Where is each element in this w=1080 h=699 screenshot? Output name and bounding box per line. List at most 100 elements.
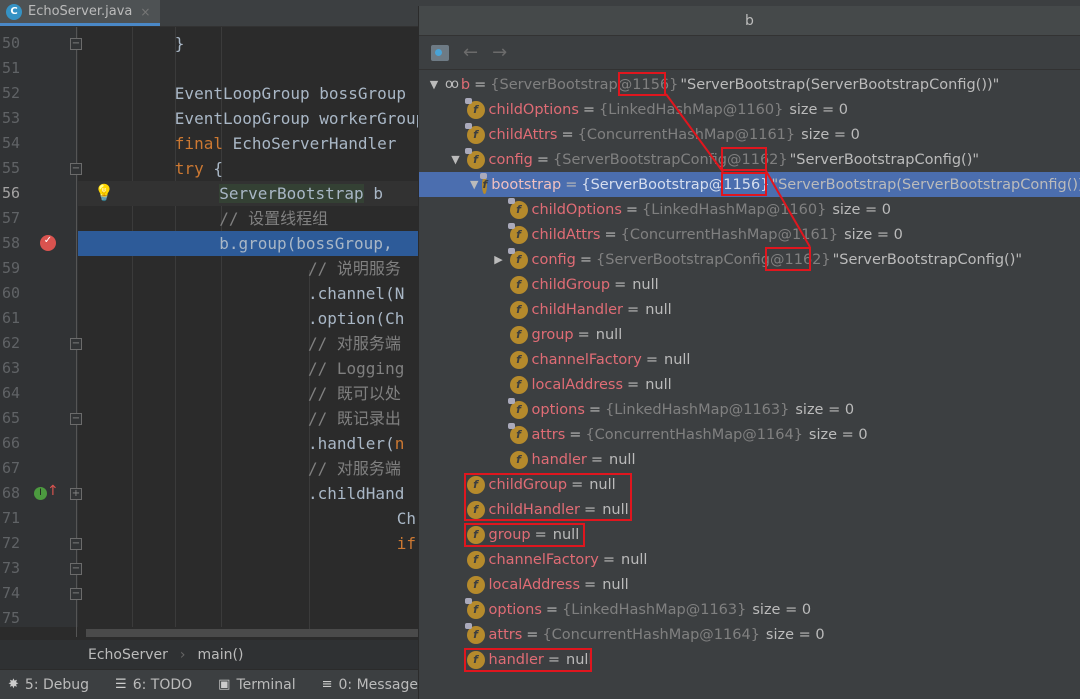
code-line[interactable]: ServerBootstrap b bbox=[78, 181, 418, 206]
implements-icon[interactable]: I ↑ bbox=[34, 483, 59, 500]
tree-row-channelfactory[interactable]: f channelFactory = null bbox=[419, 347, 1080, 372]
debug-tool-button[interactable]: ✸ 5: Debug bbox=[8, 677, 89, 693]
messages-tool-button[interactable]: ≡ 0: Messages bbox=[322, 677, 426, 693]
code-line[interactable]: if bbox=[78, 531, 418, 556]
tree-row-localaddress[interactable]: f localAddress = null bbox=[419, 572, 1080, 597]
line-number: 59 bbox=[2, 259, 21, 277]
fold-toggle-icon[interactable]: − bbox=[70, 413, 82, 425]
code-line[interactable]: .handler(n bbox=[78, 431, 418, 456]
fold-toggle-icon[interactable]: − bbox=[70, 38, 82, 50]
code-line[interactable]: Ch bbox=[78, 506, 418, 531]
fold-toggle-icon[interactable]: − bbox=[70, 538, 82, 550]
tree-row-childgroup[interactable]: f childGroup = null bbox=[419, 272, 1080, 297]
fold-toggle-icon[interactable]: − bbox=[70, 338, 82, 350]
equals-sign: = bbox=[645, 351, 658, 368]
todo-tool-button[interactable]: ☰ 6: TODO bbox=[115, 677, 192, 693]
tree-row-localaddress[interactable]: f localAddress = null bbox=[419, 372, 1080, 397]
code-token: final bbox=[174, 134, 223, 153]
tree-row-options[interactable]: f options = {LinkedHashMap@1163} size = 0 bbox=[419, 597, 1080, 622]
field-name: channelFactory bbox=[488, 551, 599, 568]
lightbulb-icon[interactable]: 💡 bbox=[94, 183, 114, 202]
code-token: // 说明服务 bbox=[308, 259, 401, 278]
tree-row-attrs[interactable]: f attrs = {ConcurrentHashMap@1164} size = 0 bbox=[419, 422, 1080, 447]
tree-row-handler[interactable]: f handler = null bbox=[419, 447, 1080, 472]
forward-button[interactable]: → bbox=[492, 42, 507, 63]
field-value: null bbox=[645, 376, 672, 393]
code-line[interactable]: // 既可以处 bbox=[78, 381, 418, 406]
tree-row-childattrs[interactable]: f childAttrs = {ConcurrentHashMap@1161} size… bbox=[419, 222, 1080, 247]
fold-toggle-icon[interactable]: − bbox=[70, 588, 82, 600]
fold-toggle-icon[interactable]: − bbox=[70, 163, 82, 175]
code-line[interactable]: b.group(bossGroup, bbox=[78, 231, 418, 256]
tree-row-config[interactable]: ▶ f config = {ServerBootstrapConfig@1162} "Se… bbox=[419, 247, 1080, 272]
tree-row-options[interactable]: f options = {LinkedHashMap@1163} size = 0 bbox=[419, 397, 1080, 422]
breadcrumb-method[interactable]: main() bbox=[198, 647, 244, 663]
code-line[interactable]: // 对服务端 bbox=[78, 456, 418, 481]
equals-sign: = bbox=[579, 251, 593, 268]
tree-row-childoptions[interactable]: f childOptions = {LinkedHashMap@1160} size =… bbox=[419, 197, 1080, 222]
field-value: null bbox=[621, 551, 648, 568]
code-line[interactable]: // 说明服务 bbox=[78, 256, 418, 281]
line-number: 66 bbox=[2, 434, 21, 452]
field-name: childOptions bbox=[531, 201, 622, 218]
breakpoint-icon[interactable]: ✓ bbox=[40, 235, 56, 251]
horizontal-scrollbar[interactable] bbox=[86, 629, 418, 637]
code-line[interactable]: // 设置线程组 bbox=[78, 206, 418, 231]
code-line[interactable] bbox=[78, 556, 418, 581]
code-editor[interactable]: } EventLoopGroup bossGroup EventLoopGroup … bbox=[78, 27, 418, 627]
object-reference: {LinkedHashMap@1160} bbox=[599, 101, 784, 118]
terminal-label: Terminal bbox=[236, 676, 296, 693]
code-line[interactable]: // 对服务端 bbox=[78, 331, 418, 356]
tree-row-attrs[interactable]: f attrs = {ConcurrentHashMap@1164} size = 0 bbox=[419, 622, 1080, 647]
code-token: .option(Ch bbox=[308, 309, 405, 328]
collection-size: size = 0 bbox=[752, 601, 812, 618]
line-number: 71 bbox=[2, 509, 21, 527]
object-reference: {LinkedHashMap@1163} bbox=[562, 601, 747, 618]
tree-row-childhandler[interactable]: f childHandler = null bbox=[419, 297, 1080, 322]
code-line[interactable] bbox=[78, 581, 418, 606]
fold-toggle-icon[interactable]: − bbox=[70, 563, 82, 575]
tree-row-channelfactory[interactable]: f channelFactory = null bbox=[419, 547, 1080, 572]
object-reference: {LinkedHashMap@1163} bbox=[605, 401, 790, 418]
code-line[interactable]: } bbox=[78, 31, 418, 56]
close-tab-icon[interactable]: × bbox=[140, 5, 150, 19]
tree-row-b[interactable]: ▼ oo b = {ServerBootstrap@1156} "ServerBootst… bbox=[419, 72, 1080, 97]
equals-sign: = bbox=[584, 576, 597, 593]
tree-row-childattrs[interactable]: f childAttrs = {ConcurrentHashMap@1161} size… bbox=[419, 122, 1080, 147]
equals-sign: = bbox=[569, 426, 582, 443]
code-line[interactable]: final EchoServerHandler bbox=[78, 131, 418, 156]
tree-row-group[interactable]: f group = null bbox=[419, 322, 1080, 347]
code-line[interactable] bbox=[78, 606, 418, 627]
annotation-box bbox=[721, 172, 767, 196]
breadcrumb-class[interactable]: EchoServer bbox=[88, 647, 168, 663]
back-button[interactable]: ← bbox=[463, 42, 478, 63]
code-line[interactable]: .option(Ch bbox=[78, 306, 418, 331]
watch-icon: oo bbox=[445, 77, 459, 92]
fold-toggle-icon[interactable]: + bbox=[70, 488, 82, 500]
equals-sign: = bbox=[614, 276, 627, 293]
field-name: channelFactory bbox=[531, 351, 642, 368]
code-token: // 既可以处 bbox=[308, 384, 401, 403]
tree-row-childoptions[interactable]: f childOptions = {LinkedHashMap@1160} size =… bbox=[419, 97, 1080, 122]
expanded-arrow-icon[interactable]: ▼ bbox=[427, 78, 441, 91]
collapsed-arrow-icon[interactable]: ▶ bbox=[492, 253, 506, 266]
expanded-arrow-icon[interactable]: ▼ bbox=[449, 153, 463, 166]
code-line[interactable]: // 既记录出 bbox=[78, 406, 418, 431]
popup-title: b bbox=[419, 6, 1080, 36]
object-reference: {ConcurrentHashMap@1161} bbox=[577, 126, 796, 143]
view-as-icon[interactable] bbox=[431, 44, 449, 61]
field-name: childAttrs bbox=[531, 226, 601, 243]
messages-icon: ≡ bbox=[321, 677, 333, 692]
code-line[interactable]: .channel(N bbox=[78, 281, 418, 306]
code-line[interactable]: try { bbox=[78, 156, 418, 181]
line-number: 73 bbox=[2, 559, 21, 577]
expanded-arrow-icon[interactable]: ▼ bbox=[470, 178, 478, 191]
code-line[interactable]: EventLoopGroup workerGroup bbox=[78, 106, 418, 131]
tab-echoserver-java[interactable]: C EchoServer.java × bbox=[0, 0, 160, 26]
code-line[interactable]: // Logging bbox=[78, 356, 418, 381]
code-line[interactable] bbox=[78, 56, 418, 81]
field-name: attrs bbox=[488, 626, 523, 643]
code-line[interactable]: .childHand bbox=[78, 481, 418, 506]
code-line[interactable]: EventLoopGroup bossGroup bbox=[78, 81, 418, 106]
terminal-tool-button[interactable]: ▣ Terminal bbox=[218, 677, 295, 693]
